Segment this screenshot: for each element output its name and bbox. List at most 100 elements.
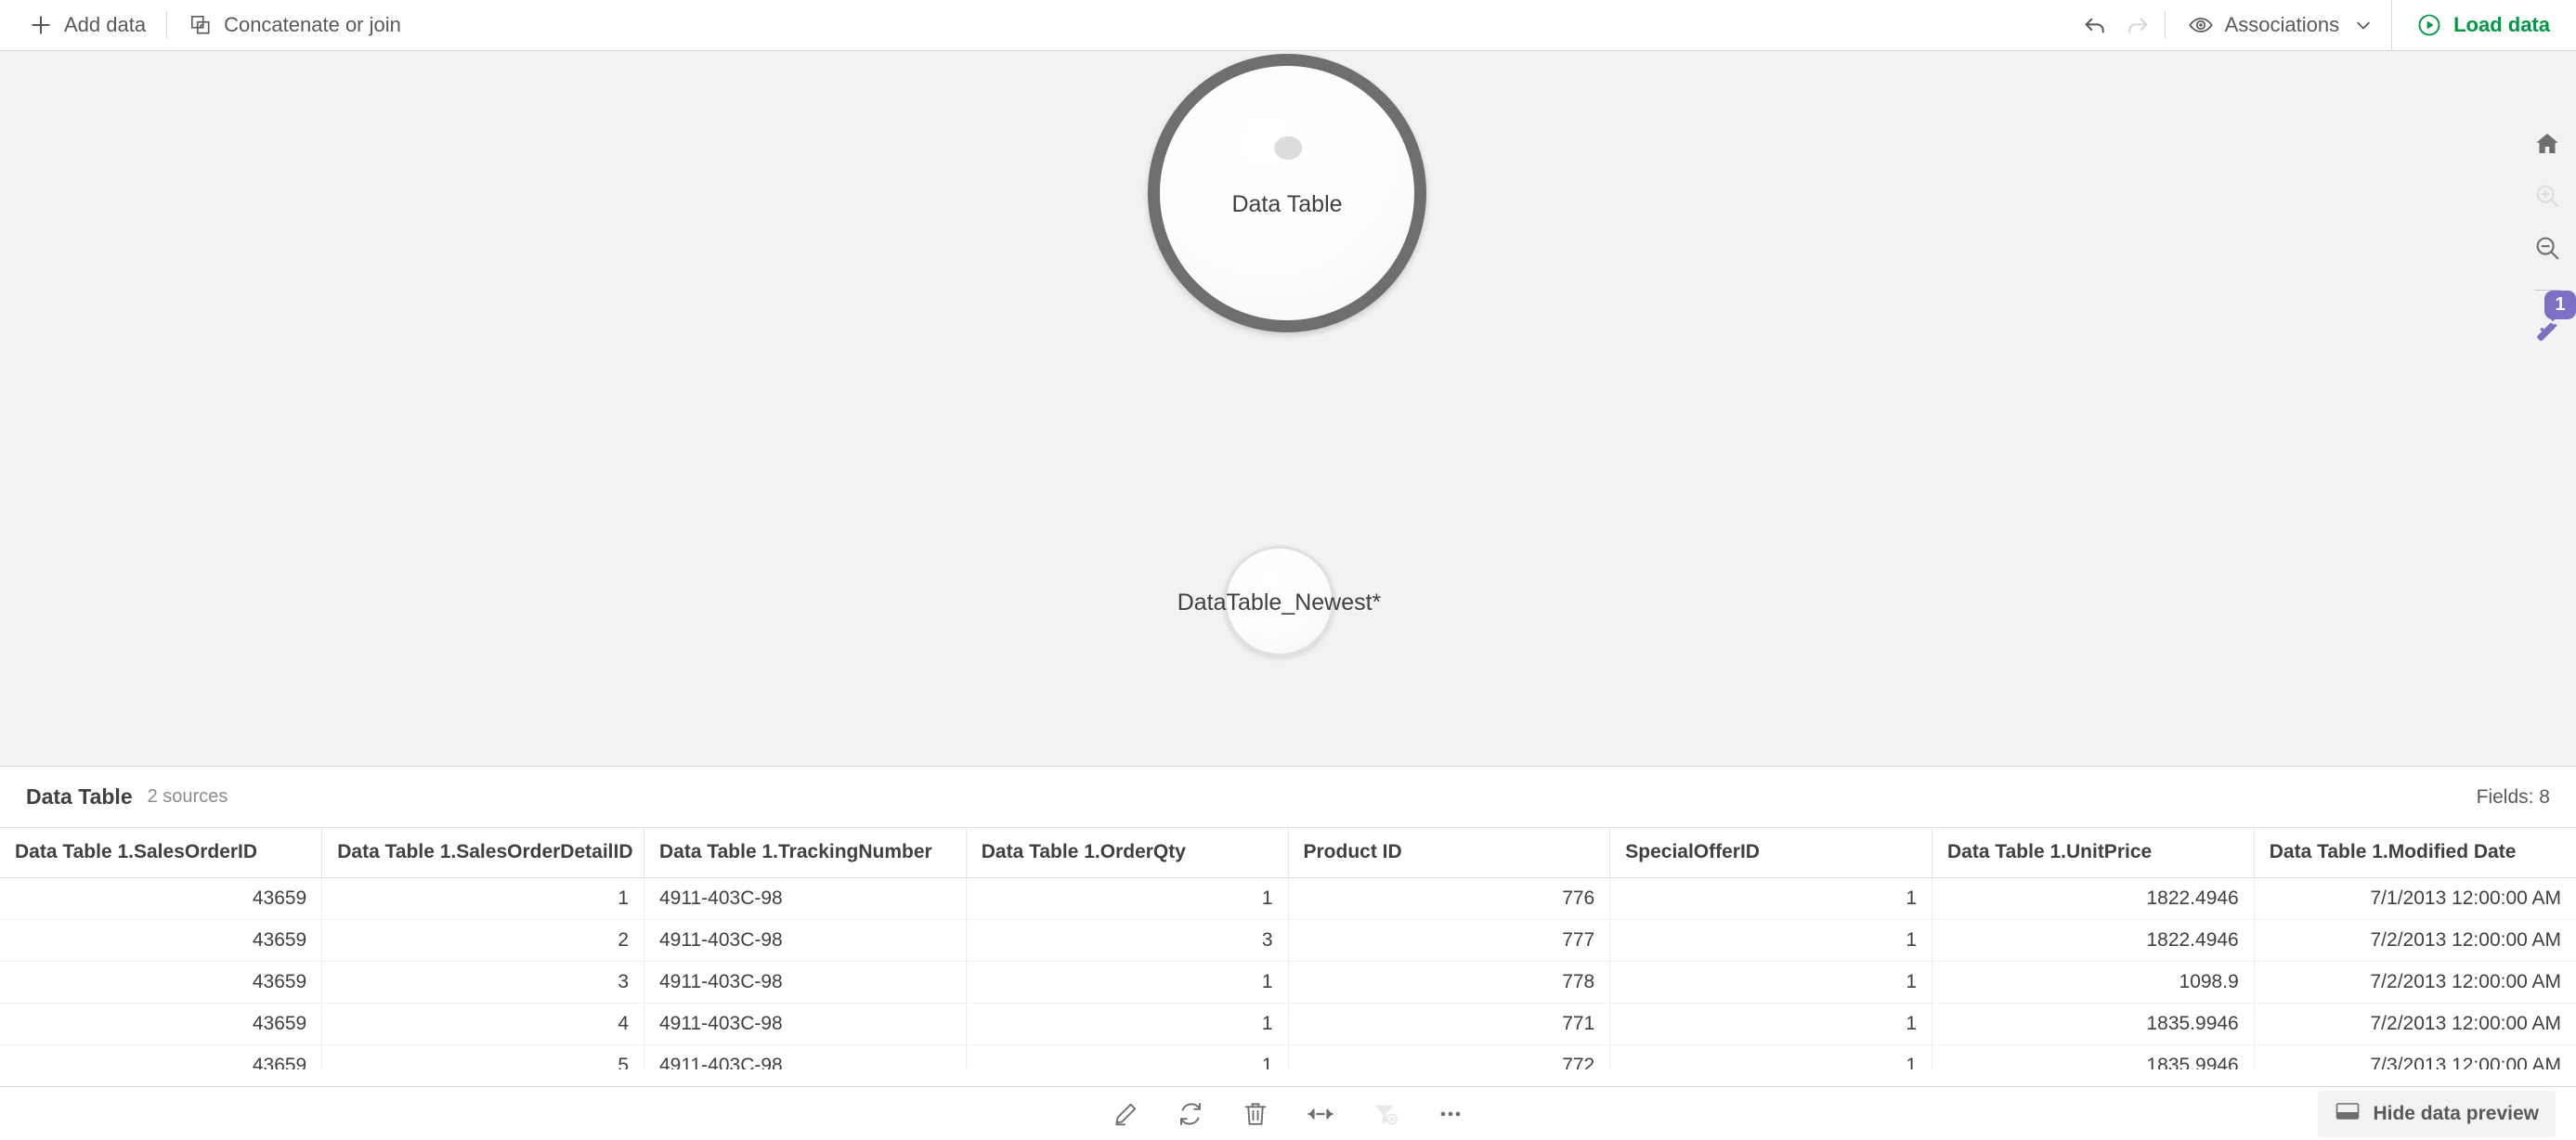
home-button[interactable] xyxy=(2526,123,2569,165)
table-cell: 4 xyxy=(321,1003,644,1045)
preview-action-icons xyxy=(1103,1092,1473,1136)
table-cell: 4911-403C-98 xyxy=(644,1044,967,1069)
refresh-icon xyxy=(1180,1102,1201,1125)
table-cell: 1835.9946 xyxy=(1932,1003,2255,1045)
zoom-out-icon xyxy=(2536,237,2559,260)
concatenate-icon xyxy=(188,12,214,38)
column-header[interactable]: Data Table 1.SalesOrderDetailID xyxy=(321,828,644,878)
fit-columns-icon xyxy=(1308,1108,1334,1119)
table-cell: 43659 xyxy=(0,877,323,920)
column-header[interactable]: Data Table 1.OrderQty xyxy=(966,828,1289,878)
preview-header-row: Data Table 1.SalesOrderID Data Table 1.Sa… xyxy=(0,828,2576,878)
add-data-button[interactable]: Add data xyxy=(13,0,161,50)
hide-data-preview-label: Hide data preview xyxy=(2373,1102,2539,1124)
preview-table-name: Data Table xyxy=(26,784,133,809)
concatenate-or-join-button[interactable]: Concatenate or join xyxy=(173,0,416,50)
table-row[interactable]: 43659 3 4911-403C-98 1 778 1 1098.9 7/2/2013 12… xyxy=(0,961,2576,1004)
table-stack-icon xyxy=(1266,123,1308,171)
table-row[interactable]: 43659 2 4911-403C-98 3 777 1 1822.4946 7/2/2013… xyxy=(0,919,2576,962)
table-cell: 43659 xyxy=(0,919,323,962)
plus-icon xyxy=(28,12,54,38)
data-preview-header: Data Table 2 sources Fields: 8 xyxy=(0,766,2576,828)
column-header[interactable]: SpecialOfferID xyxy=(1609,828,1932,878)
hide-data-preview-button[interactable]: Hide data preview xyxy=(2318,1090,2556,1137)
recommended-associations-button[interactable]: 1 xyxy=(2526,291,2576,348)
table-bubble-label: DataTable_Newest* xyxy=(1177,589,1382,615)
table-cell: 1 xyxy=(1609,877,1932,920)
table-cell: 1 xyxy=(321,877,644,920)
table-cell: 7/3/2013 12:00:00 AM xyxy=(2254,1044,2576,1069)
table-cell: 4911-403C-98 xyxy=(644,961,967,1004)
preview-table-head: Data Table 1.SalesOrderID Data Table 1.Sa… xyxy=(0,828,2576,878)
table-cell: 7/2/2013 12:00:00 AM xyxy=(2254,919,2576,962)
more-options-button[interactable] xyxy=(1428,1092,1473,1136)
fit-columns-button[interactable] xyxy=(1298,1092,1343,1136)
preview-table: Data Table 1.SalesOrderID Data Table 1.Sa… xyxy=(0,828,2576,1069)
load-data-section: Load data xyxy=(2391,0,2576,50)
table-cell: 43659 xyxy=(0,961,323,1004)
play-circle-icon xyxy=(2416,12,2442,38)
load-data-label: Load data xyxy=(2453,13,2550,36)
edit-table-button[interactable] xyxy=(1103,1092,1148,1136)
column-header[interactable]: Product ID xyxy=(1288,828,1611,878)
zoom-in-button[interactable] xyxy=(2526,175,2569,217)
associations-badge: 1 xyxy=(2544,291,2576,319)
canvas-tool-rail: 1 xyxy=(2518,102,2576,766)
table-row[interactable]: 43659 4 4911-403C-98 1 771 1 1835.9946 7/2/2013… xyxy=(0,1003,2576,1045)
table-cell: 43659 xyxy=(0,1044,323,1069)
undo-button[interactable] xyxy=(2074,4,2116,46)
table-row[interactable]: 43659 5 4911-403C-98 1 772 1 1835.9946 7/3/2013… xyxy=(0,1044,2576,1069)
toolbar-divider-1 xyxy=(166,11,168,39)
table-cell: 1 xyxy=(966,1003,1289,1045)
table-cell: 3 xyxy=(966,919,1289,962)
associations-label: Associations xyxy=(2224,13,2340,36)
preview-table-scroll[interactable]: Data Table 1.SalesOrderID Data Table 1.Sa… xyxy=(0,828,2576,1069)
associations-button[interactable]: Associations xyxy=(2171,0,2392,50)
table-cell: 4911-403C-98 xyxy=(644,919,967,962)
concatenate-or-join-label: Concatenate or join xyxy=(224,13,401,36)
column-header[interactable]: Data Table 1.UnitPrice xyxy=(1932,828,2255,878)
column-header[interactable]: Data Table 1.SalesOrderID xyxy=(0,828,323,878)
refresh-table-button[interactable] xyxy=(1168,1092,1213,1136)
table-cell: 7/2/2013 12:00:00 AM xyxy=(2254,961,2576,1004)
table-cell: 3 xyxy=(321,961,644,1004)
delete-table-button[interactable] xyxy=(1233,1092,1278,1136)
table-cell: 7/2/2013 12:00:00 AM xyxy=(2254,1003,2576,1045)
table-cell: 4911-403C-98 xyxy=(644,1003,967,1045)
table-bubble-label: Data Table xyxy=(1231,191,1343,217)
preview-sources-count: 2 sources xyxy=(147,786,228,807)
table-cell: 1 xyxy=(966,877,1289,920)
table-cell: 778 xyxy=(1288,961,1611,1004)
preview-fields-count: Fields: 8 xyxy=(2476,785,2550,808)
table-cell: 1 xyxy=(1609,1003,1932,1045)
table-cell: 1 xyxy=(1609,919,1932,962)
panel-collapse-icon xyxy=(2335,1100,2361,1128)
add-data-label: Add data xyxy=(64,13,147,36)
table-cell: 7/1/2013 12:00:00 AM xyxy=(2254,877,2576,920)
home-icon xyxy=(2536,134,2558,153)
column-header[interactable]: Data Table 1.TrackingNumber xyxy=(644,828,967,878)
table-cell: 1822.4946 xyxy=(1932,919,2255,962)
panel-icon xyxy=(2336,1102,2360,1120)
undo-icon xyxy=(2085,18,2104,33)
table-row[interactable]: 43659 1 4911-403C-98 1 776 1 1822.4946 7/1/2013… xyxy=(0,877,2576,920)
data-model-canvas[interactable]: Data Table DataTable_Newest* * This tabl… xyxy=(0,51,2576,766)
table-cell: 5 xyxy=(321,1044,644,1069)
clear-filter-button[interactable] xyxy=(1363,1092,1408,1136)
table-cell: 1 xyxy=(1609,1044,1932,1069)
table-cell: 776 xyxy=(1288,877,1611,920)
table-cell: 1 xyxy=(966,1044,1289,1069)
load-data-button[interactable]: Load data xyxy=(2411,3,2556,47)
table-cell: 1 xyxy=(1609,961,1932,1004)
zoom-out-button[interactable] xyxy=(2526,227,2569,269)
table-cell: 1098.9 xyxy=(1932,961,2255,1004)
table-cell: 2 xyxy=(321,919,644,962)
redo-button[interactable] xyxy=(2116,4,2159,46)
trash-icon xyxy=(1244,1102,1267,1125)
table-bubble-data-table[interactable]: Data Table xyxy=(1148,54,1426,332)
table-cell: 772 xyxy=(1288,1044,1611,1069)
eye-icon xyxy=(2188,12,2214,38)
table-bubble-datatable-newest[interactable]: DataTable_Newest* xyxy=(1177,546,1381,656)
chevron-down-icon xyxy=(2350,12,2376,38)
column-header[interactable]: Data Table 1.Modified Date xyxy=(2254,828,2576,878)
